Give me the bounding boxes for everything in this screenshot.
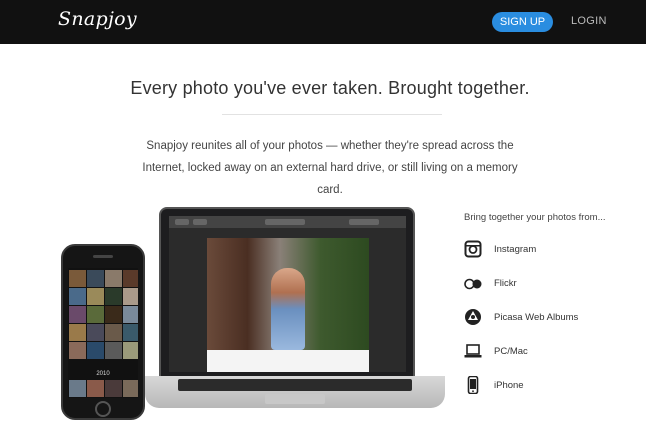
phone-speaker xyxy=(93,255,113,258)
year-label: 2010 xyxy=(96,371,110,377)
laptop-screen xyxy=(169,216,406,372)
iphone-illustration: 2010 xyxy=(61,244,145,420)
login-link[interactable]: LOGIN xyxy=(571,15,607,27)
screen-toolbar xyxy=(169,216,406,228)
sign-up-button[interactable]: SIGN UP xyxy=(492,12,553,32)
source-label: PC/Mac xyxy=(494,346,528,357)
divider xyxy=(222,114,442,115)
home-button xyxy=(95,401,111,417)
laptop-base xyxy=(145,376,445,408)
flickr-icon xyxy=(464,278,482,290)
top-nav-bar: Snapjoy SIGN UP LOGIN xyxy=(0,0,646,44)
source-label: Instagram xyxy=(494,244,537,255)
hero-headline: Every photo you've ever taken. Brought t… xyxy=(130,78,530,98)
iphone-icon xyxy=(467,376,479,394)
snapjoy-logo[interactable]: Snapjoy xyxy=(58,8,137,30)
instagram-icon xyxy=(464,240,482,258)
laptop-illustration xyxy=(159,207,415,379)
photo-comments-panel xyxy=(207,350,369,372)
phone-screen: 2010 xyxy=(68,268,138,398)
laptop-icon xyxy=(464,344,482,358)
hero-tagline: Snapjoy reunites all of your photos — wh… xyxy=(142,140,518,196)
laptop-keyboard xyxy=(178,379,412,391)
source-label: iPhone xyxy=(494,380,524,391)
source-label: Picasa Web Albums xyxy=(494,312,579,323)
source-label: Flickr xyxy=(494,278,517,289)
featured-photo xyxy=(207,238,369,350)
laptop-trackpad xyxy=(265,394,325,404)
sources-title: Bring together your photos from... xyxy=(464,212,606,223)
picasa-icon xyxy=(465,309,481,325)
photo-subject xyxy=(271,268,305,350)
